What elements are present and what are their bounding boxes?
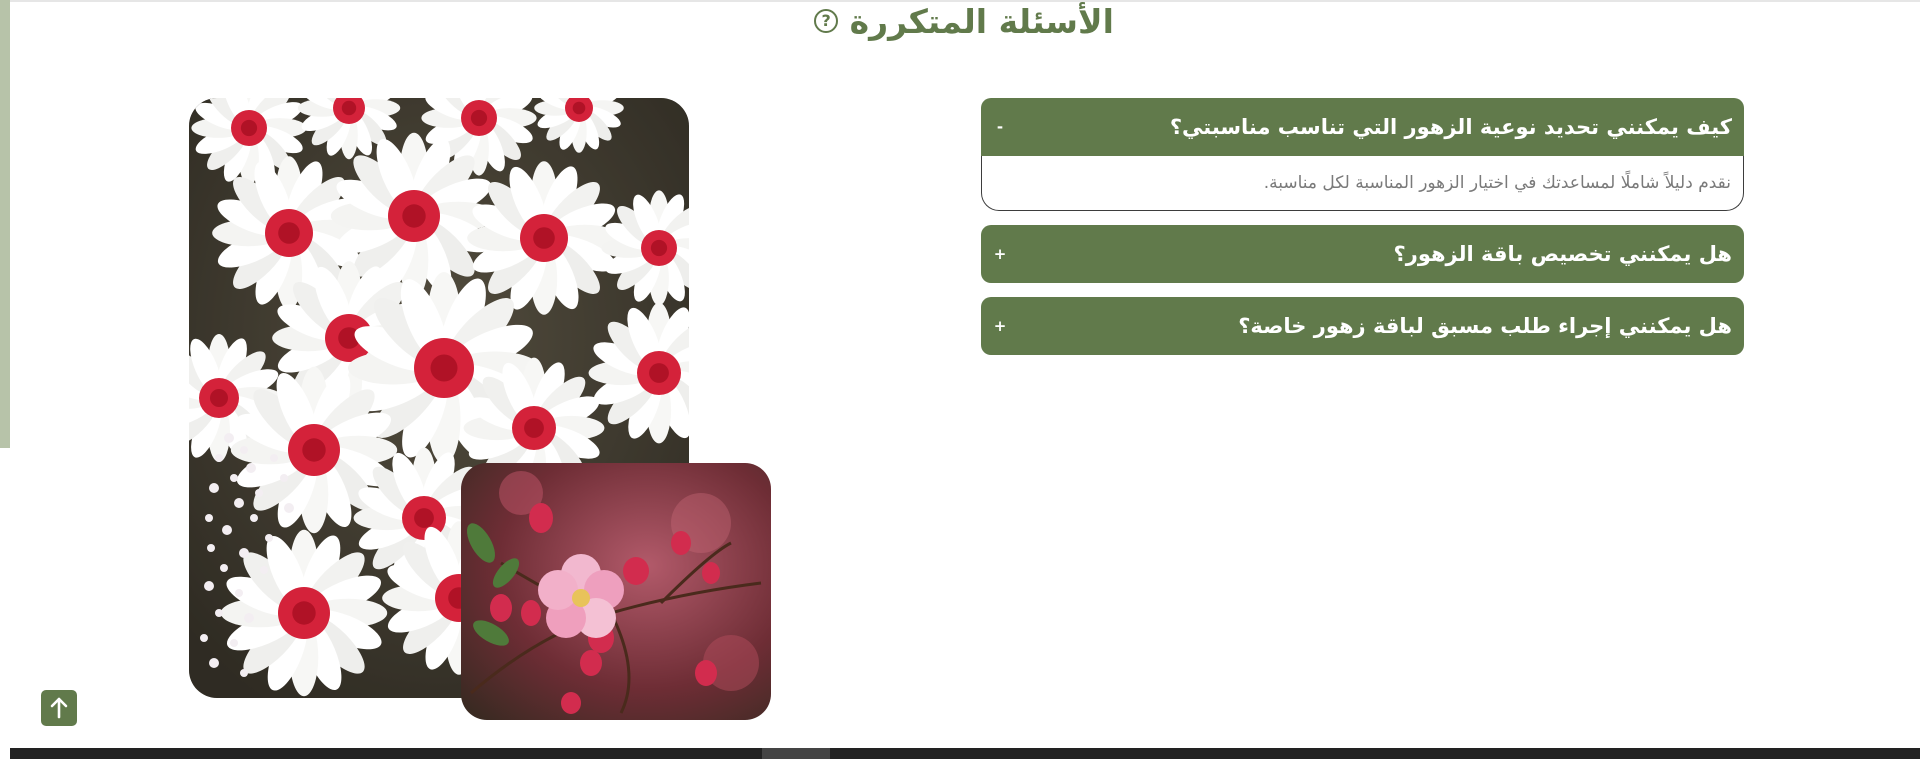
faq-title-text: الأسئلة المتكررة [849,2,1114,41]
left-accent-strip [0,0,10,448]
faq-question-1[interactable]: كيف يمكنني تحديد نوعية الزهور التي تناسب… [981,98,1744,156]
faq-item: هل يمكنني تخصيص باقة الزهور؟ + [981,225,1744,283]
pink-blossoms-image [461,463,771,720]
faq-answer-1: نقدم دليلاً شاملًا لمساعدتك في اختيار ال… [981,156,1744,211]
scrollbar-thumb[interactable] [762,748,830,759]
faq-accordion: كيف يمكنني تحديد نوعية الزهور التي تناسب… [981,98,1744,369]
faq-question-text: هل يمكنني إجراء طلب مسبق لباقة زهور خاصة… [1238,314,1732,338]
faq-section-title: الأسئلة المتكررة ? [0,2,1920,42]
expand-icon[interactable]: + [993,245,1007,263]
question-circle-icon: ? [814,8,839,33]
collapse-icon[interactable]: - [993,118,1007,136]
faq-question-2[interactable]: هل يمكنني تخصيص باقة الزهور؟ + [981,225,1744,283]
expand-icon[interactable]: + [993,317,1007,335]
faq-question-text: كيف يمكنني تحديد نوعية الزهور التي تناسب… [1169,115,1732,139]
faq-answer-text: نقدم دليلاً شاملًا لمساعدتك في اختيار ال… [1263,173,1731,193]
bottom-scrollbar[interactable] [10,748,1920,759]
faq-question-text: هل يمكنني تخصيص باقة الزهور؟ [1393,242,1732,266]
scroll-to-top-button[interactable] [41,690,77,726]
faq-item: هل يمكنني إجراء طلب مسبق لباقة زهور خاصة… [981,297,1744,355]
faq-item: كيف يمكنني تحديد نوعية الزهور التي تناسب… [981,98,1744,211]
faq-question-3[interactable]: هل يمكنني إجراء طلب مسبق لباقة زهور خاصة… [981,297,1744,355]
arrow-up-icon [50,697,68,719]
